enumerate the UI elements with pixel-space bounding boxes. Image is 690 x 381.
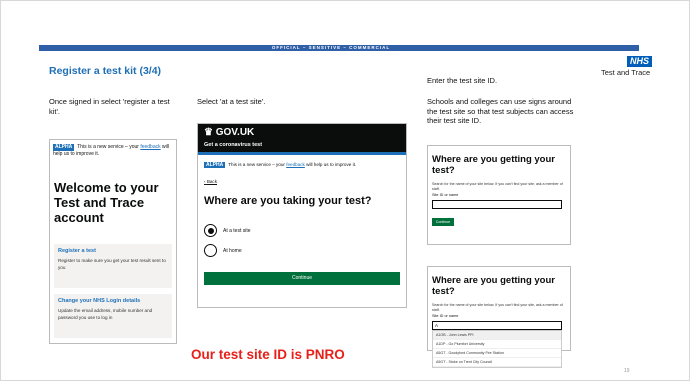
- site-id-input[interactable]: [432, 200, 562, 209]
- change-login-card[interactable]: Change your NHS Login details Update the…: [54, 294, 172, 338]
- govuk-logo-text: GOV.UK: [215, 127, 255, 138]
- site-id-input[interactable]: A: [432, 321, 562, 330]
- change-login-link[interactable]: Change your NHS Login details: [58, 298, 168, 304]
- site-id-screen-search: Where are you getting your test? Search …: [427, 266, 571, 368]
- field-label: Site ID or name: [432, 314, 459, 318]
- test-site-id-callout: Our test site ID is PNRO: [191, 347, 345, 362]
- banner-text: This is a new service – your: [77, 144, 139, 150]
- chevron-left-icon: ‹: [204, 179, 206, 184]
- service-name: Get a coronavirus test: [204, 142, 263, 148]
- field-label: Site ID or name: [432, 193, 459, 197]
- slide: OFFICIAL – SENSITIVE – COMMERCIAL Regist…: [0, 0, 690, 381]
- card-description: Update the email address, mobile number …: [58, 308, 153, 320]
- register-test-card[interactable]: Register a test Register to make sure yo…: [54, 244, 172, 288]
- welcome-heading: Welcome to your Test and Trace account: [54, 180, 159, 225]
- column-1-caption: Once signed in select 'register a test k…: [49, 97, 170, 116]
- banner-text: This is a new service – your: [228, 162, 285, 167]
- radio-label: At home: [223, 247, 242, 254]
- radio-button-selected[interactable]: [204, 224, 217, 237]
- phase-banner: ALPHA This is a new service – your feedba…: [53, 144, 173, 157]
- crown-icon: ♛: [204, 127, 213, 138]
- header-rule: [198, 152, 406, 155]
- suggestion-item[interactable]: A1DP - Go Plumfort University: [433, 340, 561, 349]
- column-3-caption-2: Schools and colleges can use signs aroun…: [427, 97, 574, 125]
- question-heading: Where are you taking your test?: [204, 195, 372, 207]
- question-heading: Where are you getting your test?: [432, 154, 555, 176]
- register-test-link[interactable]: Register a test: [58, 248, 168, 254]
- card-description: Register to make sure you get your test …: [58, 258, 166, 270]
- classification-label: OFFICIAL – SENSITIVE – COMMERCIAL: [271, 45, 391, 50]
- hint-text: Search for the name of your site below. …: [432, 182, 563, 191]
- feedback-link[interactable]: feedback: [286, 162, 305, 167]
- test-location-screen: ♛ GOV.UK Get a coronavirus test ALPHA Thi…: [197, 123, 407, 308]
- column-3-caption-1: Enter the test site ID.: [427, 76, 498, 85]
- nhs-logo: NHS: [627, 56, 652, 67]
- govuk-header: ♛ GOV.UK Get a coronavirus test: [198, 124, 406, 152]
- radio-option-test-site[interactable]: At a test site: [204, 224, 251, 237]
- suggestion-item[interactable]: A5GT - Goodyford Community Fire Station: [433, 349, 561, 358]
- phase-banner: ALPHA This is a new service – your feedba…: [204, 162, 356, 168]
- banner-suffix: will help us to improve it.: [306, 162, 357, 167]
- back-link[interactable]: ‹ Back: [204, 179, 217, 184]
- suggestion-list: A1OB - John Lewis PPI A1DP - Go Plumfort…: [432, 330, 562, 368]
- continue-button[interactable]: Continue: [204, 272, 400, 285]
- suggestion-item[interactable]: A1OB - John Lewis PPI: [433, 331, 561, 340]
- feedback-link[interactable]: feedback: [140, 144, 160, 150]
- radio-dot: [207, 227, 214, 234]
- nhs-subtitle: Test and Trace: [601, 68, 651, 77]
- radio-option-home[interactable]: At home: [204, 244, 242, 257]
- site-id-screen-empty: Where are you getting your test? Search …: [427, 145, 571, 245]
- suggestion-item[interactable]: A5GT - Stoke on Trent City Council: [433, 358, 561, 367]
- radio-button[interactable]: [204, 244, 217, 257]
- column-2-caption: Select 'at a test site'.: [197, 97, 266, 106]
- back-link-label: Back: [206, 179, 218, 184]
- phase-tag: ALPHA: [204, 162, 226, 168]
- page-number: 19: [624, 368, 630, 374]
- hint-text: Search for the name of your site below. …: [432, 303, 563, 312]
- radio-label: At a test site: [223, 227, 251, 234]
- govuk-logo[interactable]: ♛ GOV.UK: [204, 127, 254, 138]
- account-screen: ALPHA This is a new service – your feedba…: [49, 139, 177, 344]
- continue-button[interactable]: Continue: [432, 218, 454, 226]
- slide-title: Register a test kit (3/4): [49, 65, 162, 77]
- question-heading: Where are you getting your test?: [432, 275, 555, 297]
